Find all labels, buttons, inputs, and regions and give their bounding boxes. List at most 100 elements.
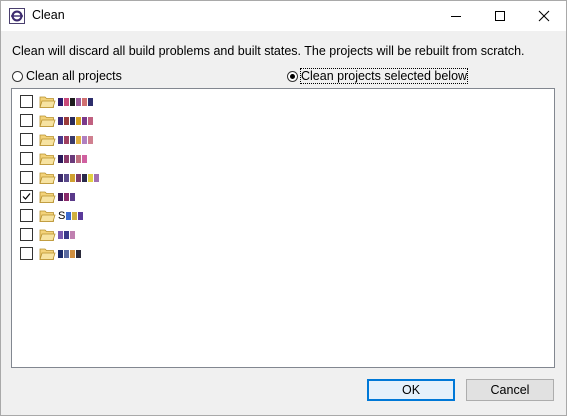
- project-checkbox[interactable]: [20, 133, 33, 146]
- redacted-block: [76, 135, 81, 144]
- project-name: [58, 134, 94, 146]
- open-folder-icon: [39, 95, 56, 109]
- project-row[interactable]: S: [20, 206, 84, 225]
- project-checkbox[interactable]: [20, 95, 33, 108]
- close-icon: [538, 10, 550, 22]
- redacted-block: [94, 173, 99, 182]
- title-bar[interactable]: Clean: [1, 1, 566, 31]
- redacted-block: [58, 249, 63, 258]
- clean-selected-option[interactable]: Clean projects selected below: [287, 67, 469, 85]
- project-name: [58, 153, 88, 165]
- clean-selected-radio[interactable]: [287, 70, 298, 82]
- redacted-block: [70, 135, 75, 144]
- project-row[interactable]: [20, 168, 100, 187]
- redacted-block: [82, 173, 87, 182]
- redacted-block: [58, 173, 63, 182]
- project-row[interactable]: [20, 149, 88, 168]
- project-checkbox[interactable]: [20, 152, 33, 165]
- redacted-block: [58, 230, 63, 239]
- minimize-icon: [451, 16, 461, 17]
- project-checkbox[interactable]: [20, 190, 33, 203]
- redacted-block: [64, 135, 69, 144]
- project-list[interactable]: S: [11, 88, 555, 368]
- redacted-block: [76, 249, 81, 258]
- project-name: [58, 172, 100, 184]
- redacted-block: [70, 97, 75, 106]
- redacted-block: [88, 135, 93, 144]
- open-folder-icon: [39, 152, 56, 166]
- eclipse-icon: [9, 8, 25, 24]
- redacted-block: [82, 97, 87, 106]
- maximize-button[interactable]: [478, 1, 522, 31]
- redacted-block: [64, 230, 69, 239]
- window-title: Clean: [32, 8, 65, 22]
- redacted-block: [58, 135, 63, 144]
- redacted-block: [58, 116, 63, 125]
- close-button[interactable]: [522, 1, 566, 31]
- redacted-block: [72, 211, 78, 220]
- open-folder-icon: [39, 171, 56, 185]
- redacted-block: [70, 249, 75, 258]
- redacted-block: [58, 154, 63, 163]
- open-folder-icon: [39, 247, 56, 261]
- project-name: [58, 229, 76, 241]
- open-folder-icon: [39, 209, 56, 223]
- redacted-block: [64, 154, 69, 163]
- clean-all-label: Clean all projects: [26, 69, 122, 83]
- redacted-block: [82, 116, 87, 125]
- redacted-block: [70, 230, 75, 239]
- redacted-block: [82, 154, 87, 163]
- cancel-button[interactable]: Cancel: [466, 379, 554, 401]
- project-name: [58, 191, 76, 203]
- redacted-block: [70, 154, 75, 163]
- project-checkbox[interactable]: [20, 228, 33, 241]
- clean-all-option[interactable]: Clean all projects: [12, 67, 122, 85]
- minimize-button[interactable]: [434, 1, 478, 31]
- maximize-icon: [495, 11, 505, 21]
- project-row[interactable]: [20, 225, 76, 244]
- redacted-block: [88, 116, 93, 125]
- redacted-block: [78, 211, 84, 220]
- redacted-block: [58, 97, 63, 106]
- project-row[interactable]: [20, 244, 82, 263]
- redacted-block: [70, 116, 75, 125]
- project-name: S: [58, 210, 84, 222]
- redacted-block: [64, 192, 69, 201]
- redacted-block: [64, 249, 69, 258]
- open-folder-icon: [39, 133, 56, 147]
- redacted-block: [70, 173, 75, 182]
- redacted-block: [58, 192, 63, 201]
- redacted-block: [64, 116, 69, 125]
- open-folder-icon: [39, 228, 56, 242]
- project-name: [58, 96, 94, 108]
- redacted-block: [88, 173, 93, 182]
- open-folder-icon: [39, 114, 56, 128]
- clean-all-radio[interactable]: [12, 70, 23, 82]
- project-checkbox[interactable]: [20, 247, 33, 260]
- redacted-block: [64, 97, 69, 106]
- project-row[interactable]: [20, 92, 94, 111]
- dialog-description: Clean will discard all build problems an…: [12, 44, 525, 58]
- redacted-block: [76, 173, 81, 182]
- redacted-block: [70, 192, 75, 201]
- project-row[interactable]: [20, 111, 94, 130]
- redacted-block: [76, 97, 81, 106]
- redacted-block: [76, 116, 81, 125]
- redacted-block: [64, 173, 69, 182]
- project-row[interactable]: [20, 187, 76, 206]
- redacted-block: [82, 135, 87, 144]
- project-checkbox[interactable]: [20, 171, 33, 184]
- project-name-text: S: [58, 209, 66, 222]
- project-checkbox[interactable]: [20, 114, 33, 127]
- project-name: [58, 248, 82, 260]
- redacted-block: [76, 154, 81, 163]
- open-folder-icon: [39, 190, 56, 204]
- clean-selected-label: Clean projects selected below: [299, 68, 469, 84]
- project-checkbox[interactable]: [20, 209, 33, 222]
- project-row[interactable]: [20, 130, 94, 149]
- redacted-block: [66, 211, 72, 220]
- clean-dialog: Clean Clean will discard all build probl…: [0, 0, 567, 416]
- redacted-block: [88, 97, 93, 106]
- ok-button[interactable]: OK: [367, 379, 455, 401]
- project-name: [58, 115, 94, 127]
